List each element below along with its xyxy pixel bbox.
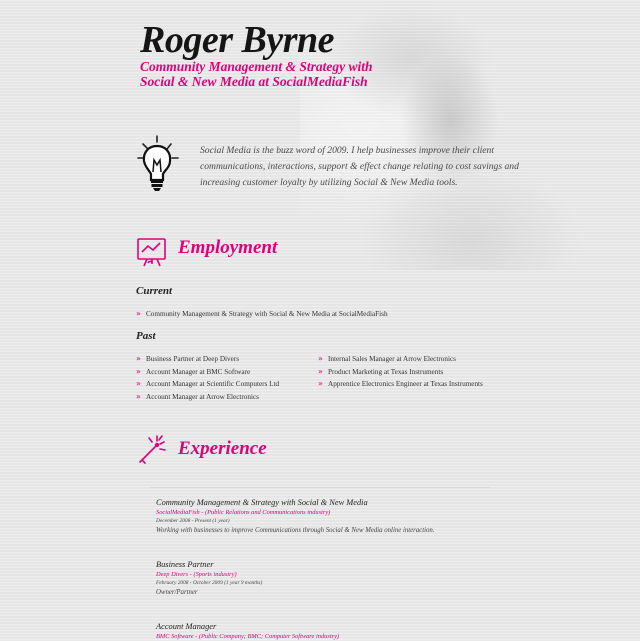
experience-entry: Account Manager BMC Software - (Public C… <box>156 622 496 641</box>
experience-company-link[interactable]: Deep Divers - (Sports industry) <box>156 570 496 579</box>
experience-company-link[interactable]: SocialMediaFish - (Public Relations and … <box>156 508 496 517</box>
current-label: Current <box>136 285 173 297</box>
current-jobs-list: » Community Management & Strategy with So… <box>136 308 388 321</box>
list-item[interactable]: » Account Manager at BMC Software <box>136 366 279 379</box>
experience-role: Account Manager <box>156 622 217 631</box>
list-item[interactable]: » Apprentice Electronics Engineer at Texa… <box>318 378 483 391</box>
double-chevron-icon: » <box>136 366 141 376</box>
experience-description: Working with businesses to improve Commu… <box>156 527 435 534</box>
double-chevron-icon: » <box>136 309 141 318</box>
list-item[interactable]: » Community Management & Strategy with So… <box>136 308 388 321</box>
past-jobs-list-right: » Internal Sales Manager at Arrow Electro… <box>318 353 483 391</box>
presentation-board-icon <box>137 238 166 267</box>
intro-summary: Social Media is the buzz word of 2009. I… <box>200 145 519 188</box>
double-chevron-icon: » <box>318 379 323 389</box>
double-chevron-icon: » <box>318 366 323 376</box>
list-item[interactable]: » Product Marketing at Texas Instruments <box>318 366 483 379</box>
experience-entry: Community Management & Strategy with Soc… <box>156 498 496 536</box>
double-chevron-icon: » <box>318 354 323 363</box>
list-item[interactable]: » Account Manager at Scientific Computers… <box>136 378 279 391</box>
resume-page: Roger Byrne Community Management & Strat… <box>0 0 640 640</box>
experience-role: Community Management & Strategy with Soc… <box>156 498 368 507</box>
past-label: Past <box>136 330 156 342</box>
divider <box>150 487 490 488</box>
experience-description: Owner/Partner <box>156 589 198 596</box>
experience-dates: December 2008 - Present (1 year) <box>156 518 230 524</box>
double-chevron-icon: » <box>136 354 141 363</box>
employment-heading: Employment <box>178 237 278 258</box>
magic-wand-icon <box>139 435 166 464</box>
experience-heading: Experience <box>178 438 267 459</box>
headline-tagline: Community Management & Strategy with Soc… <box>140 59 373 89</box>
list-item[interactable]: » Account Manager at Arrow Electronics <box>136 391 279 404</box>
double-chevron-icon: » <box>136 379 141 389</box>
list-item[interactable]: » Internal Sales Manager at Arrow Electro… <box>318 353 483 366</box>
experience-entry: Business Partner Deep Divers - (Sports i… <box>156 560 496 598</box>
experience-dates: February 2008 - October 2009 (1 year 9 m… <box>156 580 263 586</box>
list-item[interactable]: » Business Partner at Deep Divers <box>136 353 279 366</box>
experience-role: Business Partner <box>156 560 214 569</box>
past-jobs-list-left: » Business Partner at Deep Divers » Accoun… <box>136 353 279 403</box>
page-title: Roger Byrne <box>140 19 335 61</box>
double-chevron-icon: » <box>136 391 141 401</box>
lightbulb-icon <box>137 135 179 191</box>
